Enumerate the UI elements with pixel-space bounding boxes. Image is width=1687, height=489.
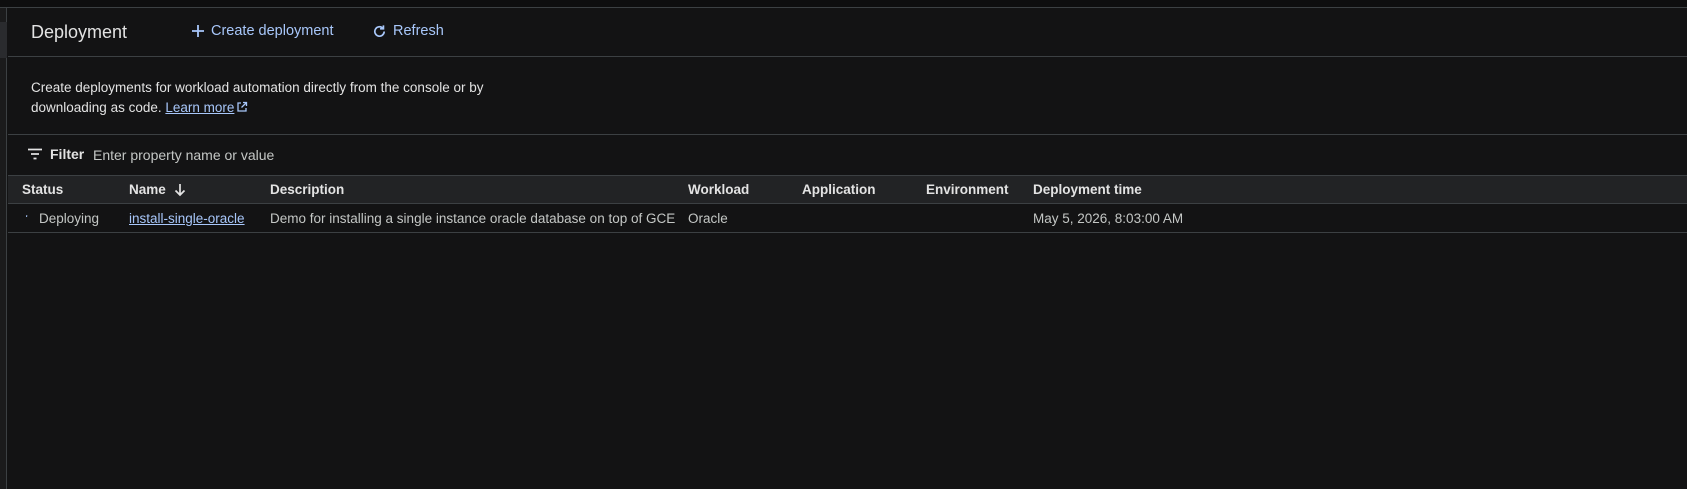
filter-input[interactable] <box>93 143 593 167</box>
filter-button[interactable]: Filter <box>27 146 84 162</box>
intro-text: Create deployments for workload automati… <box>31 78 531 118</box>
learn-more-label: Learn more <box>165 100 235 115</box>
deployment-name-link[interactable]: install-single-oracle <box>129 211 245 226</box>
column-header-name[interactable]: Name <box>129 182 186 197</box>
description-cell: Demo for installing a single instance or… <box>270 211 676 226</box>
filter-list-icon <box>28 148 42 160</box>
plus-icon <box>192 25 204 37</box>
open-in-new-icon <box>237 101 248 112</box>
refresh-icon <box>374 24 386 37</box>
column-header-application[interactable]: Application <box>802 182 876 197</box>
deployment-time-cell: May 5, 2026, 8:03:00 AM <box>1033 211 1184 226</box>
column-header-deployment-time[interactable]: Deployment time <box>1033 182 1142 197</box>
column-label-environment: Environment <box>926 182 1009 197</box>
page-header: Deployment Create deployment Refresh <box>8 8 1687 57</box>
filter-bar: Filter <box>8 134 1687 175</box>
column-header-workload[interactable]: Workload <box>688 182 749 197</box>
left-rail-marker <box>0 22 7 58</box>
arrow-down-icon <box>174 183 185 196</box>
column-label-description: Description <box>270 182 345 197</box>
left-rail <box>0 8 7 489</box>
column-header-description[interactable]: Description <box>270 182 344 197</box>
create-deployment-button[interactable]: Create deployment <box>191 23 334 39</box>
column-label-deployment-time: Deployment time <box>1033 182 1142 197</box>
status-cell: Deploying <box>22 211 99 226</box>
column-label-workload: Workload <box>688 182 750 197</box>
column-label-status: Status <box>22 182 64 197</box>
table-header: Status Name Description Workload Applica… <box>8 175 1687 204</box>
status-text: Deploying <box>39 211 100 226</box>
learn-more-link[interactable]: Learn more <box>165 100 248 115</box>
page-title: Deployment <box>31 22 128 42</box>
name-cell: install-single-oracle <box>129 211 245 226</box>
column-header-environment[interactable]: Environment <box>926 182 1009 197</box>
workload-cell: Oracle <box>688 211 728 226</box>
column-label-name: Name <box>129 182 166 197</box>
refresh-button[interactable]: Refresh <box>372 23 444 39</box>
intro-description: Create deployments for workload automati… <box>31 80 484 115</box>
top-strip <box>0 0 1687 8</box>
main-content: Deployment Create deployment Refresh Cre… <box>8 8 1687 489</box>
column-label-application: Application <box>802 182 876 197</box>
spinner-icon <box>25 214 28 217</box>
filter-label: Filter <box>50 146 85 162</box>
table-row: Deploying install-single-oracle Demo for… <box>8 204 1687 233</box>
column-header-status[interactable]: Status <box>22 182 63 197</box>
create-deployment-label: Create deployment <box>211 23 334 39</box>
refresh-label: Refresh <box>393 23 444 39</box>
